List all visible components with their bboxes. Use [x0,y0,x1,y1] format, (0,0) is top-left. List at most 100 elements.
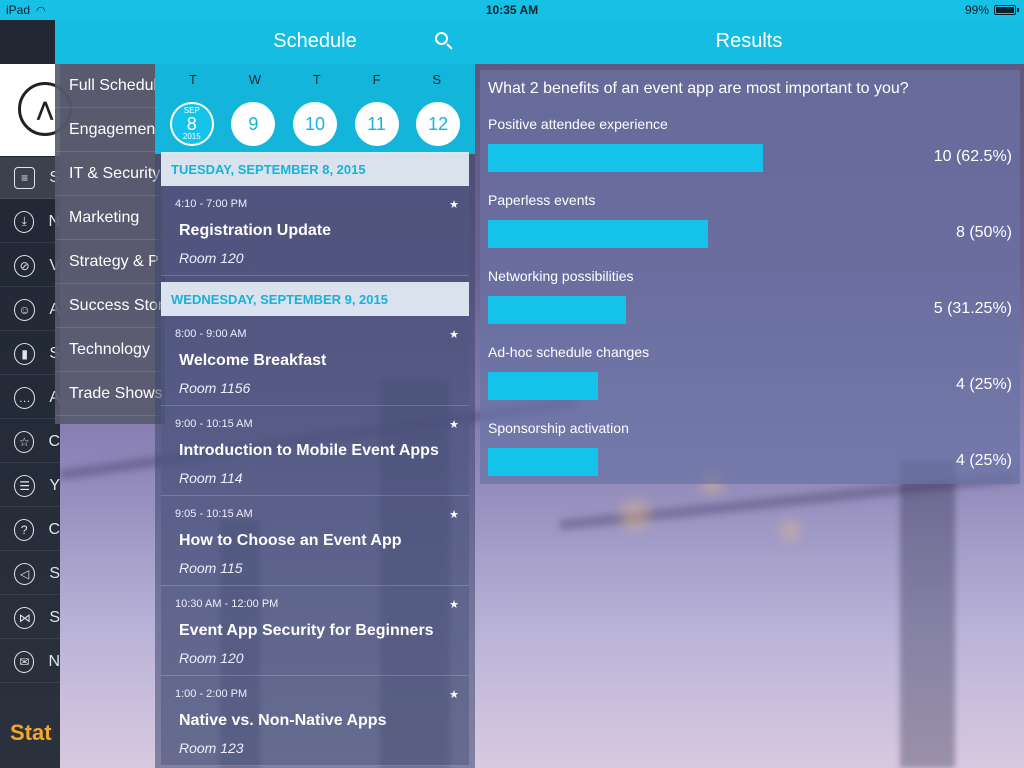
answer-bar-track [488,296,928,324]
poll-results-card: What 2 benefits of an event app are most… [480,70,1020,484]
sidebar-item[interactable]: ⤓N [0,201,60,243]
answer-label: Positive attendee experience [488,116,668,132]
event-name: Welcome Breakfast [179,352,327,369]
category-item[interactable]: Strategy & P [55,240,165,284]
poll-answer: Paperless events 8 (50%) [484,184,1020,260]
sidebar-item-label: N [48,652,60,670]
schedule-header: Schedule [155,20,475,64]
status-bar: iPad ◠ 10:35 AM 99% [0,0,1024,20]
favorite-star-icon[interactable]: ★ [449,418,459,431]
sidebar-item[interactable]: …A [0,377,60,419]
event-name: Native vs. Non-Native Apps [179,712,387,729]
answer-label: Paperless events [488,192,596,208]
answer-bar [488,372,598,400]
star-icon: ☆ [14,430,35,453]
event-time: 4:10 - 7:00 PM [175,198,248,210]
day-header: TUESDAY, SEPTEMBER 8, 2015 [161,152,469,186]
event-item[interactable]: 4:10 - 7:00 PM Registration Update Room 12… [161,186,469,276]
answer-bar [488,448,598,476]
event-item[interactable]: 10:30 AM - 12:00 PM Event App Security fo… [161,586,469,676]
event-item[interactable]: 9:05 - 10:15 AM How to Choose an Event Ap… [161,496,469,586]
event-item[interactable]: 9:00 - 10:15 AM Introduction to Mobile Ev… [161,406,469,496]
answer-value: 4 (25%) [955,376,1012,393]
answer-bar-track [488,220,928,248]
category-panel: Full Schedule Engagement IT & Security Mark… [55,20,165,424]
event-list: TUESDAY, SEPTEMBER 8, 2015 4:10 - 7:00 PM… [155,152,475,766]
favorite-star-icon[interactable]: ★ [449,328,459,341]
weekday-bar: TWTFS [155,64,475,94]
megaphone-icon: ◁ [14,562,36,585]
answer-bar-track [488,144,928,172]
date-button[interactable]: 9 [231,102,276,146]
date-button[interactable]: 12 [416,102,461,146]
mail-icon: ✉ [14,650,35,673]
sidebar-item[interactable]: ☆ C [0,421,60,463]
event-room: Room 114 [179,470,243,486]
date-button[interactable]: 10 [292,102,337,146]
poll-answer: Networking possibilities 5 (31.25%) [484,260,1020,336]
schedule-title: Schedule [273,30,357,52]
sidebar-item[interactable]: ⊘V [0,245,60,287]
sidebar-item[interactable]: ☺A [0,289,60,331]
answer-value: 10 (62.5%) [933,148,1012,165]
weekday-label: S [432,71,442,87]
date-button[interactable]: SEP 8 2015 [169,102,214,146]
answer-bar [488,144,763,172]
battery-percent: 99% [964,3,989,17]
category-item[interactable]: Marketing [55,196,165,240]
favorite-star-icon[interactable]: ★ [449,688,459,701]
category-item[interactable]: Engagement [55,108,165,152]
event-room: Room 123 [179,740,244,756]
download-icon: ⤓ [14,210,35,233]
answer-bar-track [488,448,928,476]
event-name: Event App Security for Beginners [179,622,434,639]
poll-answer: Sponsorship activation 4 (25%) [484,412,1020,488]
sidebar-item-label: Y [49,476,60,494]
answer-value: 5 (31.25%) [933,300,1012,317]
category-item[interactable]: Technology [55,328,165,372]
favorite-star-icon[interactable]: ★ [449,198,459,211]
category-item[interactable]: Success Stories [55,284,165,328]
answer-bar-track [488,372,928,400]
badge-icon: ▮ [14,342,36,365]
weekday-label: T [312,71,321,87]
sidebar-item[interactable]: ✉ N [0,641,60,683]
favorite-star-icon[interactable]: ★ [449,598,459,611]
results-panel: Results What 2 benefits of an event app … [474,20,1024,768]
category-item[interactable]: IT & Security [55,152,165,196]
search-icon[interactable] [435,32,453,50]
category-item[interactable]: Full Schedule [55,64,165,108]
event-time: 9:00 - 10:15 AM [175,418,253,430]
sidebar-item[interactable]: ▮S [0,333,60,375]
event-name: How to Choose an Event App [179,532,402,549]
event-time: 1:00 - 2:00 PM [175,688,248,700]
date-year: 2015 [182,132,201,141]
battery-icon [994,5,1019,15]
sidebar-item-label: S [49,564,60,582]
sidebar-item[interactable]: ≡S [0,157,60,199]
sidebar-item[interactable]: ◁ S [0,553,60,595]
person-icon: ☺ [14,298,36,321]
chat-icon: … [14,386,36,409]
category-item[interactable]: Trade Shows [55,372,165,416]
answer-bar [488,220,708,248]
sidebar-item-label: S [49,608,60,626]
event-time: 8:00 - 9:00 AM [175,328,247,340]
sidebar-item[interactable]: ? C [0,509,60,551]
clock: 10:35 AM [485,3,539,17]
event-time: 9:05 - 10:15 AM [175,508,253,520]
date-day: 10 [304,113,325,134]
answer-bar [488,296,626,324]
event-item[interactable]: 8:00 - 9:00 AM Welcome Breakfast Room 1156… [161,316,469,406]
event-room: Room 1156 [179,380,251,396]
event-item[interactable]: 1:00 - 2:00 PM Native vs. Non-Native Apps… [161,676,469,766]
favorite-star-icon[interactable]: ★ [449,508,459,521]
menu-icon: ≡ [14,166,36,189]
sidebar-item[interactable]: ⋈ S [0,597,60,639]
date-button[interactable]: 11 [354,102,399,146]
answer-label: Sponsorship activation [488,420,629,436]
sidebar-item[interactable]: ☰ Y [0,465,60,507]
event-room: Room 120 [179,650,244,666]
category-panel-header [55,20,165,64]
help-icon: ? [14,518,35,541]
